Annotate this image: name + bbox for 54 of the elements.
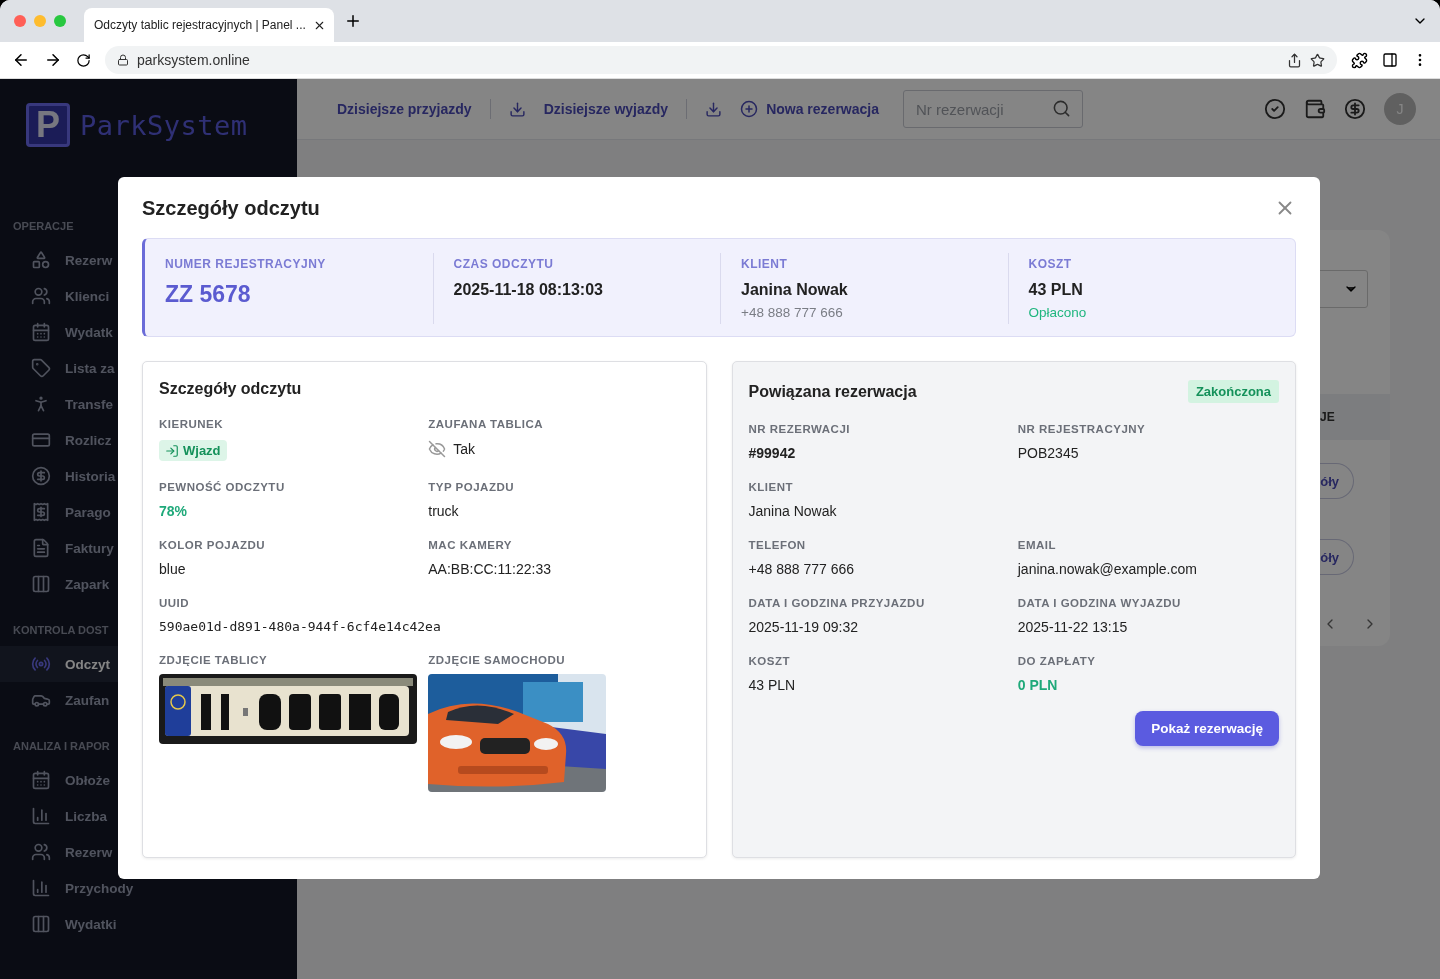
field-value: #99942	[748, 445, 796, 461]
logo-mark: P	[26, 103, 70, 147]
field-value: 2025-11-22 13:15	[1017, 619, 1128, 635]
field-value: +48 888 777 666	[748, 561, 854, 577]
field-label: EMAIL	[1017, 539, 1057, 551]
field-label: ZDJĘCIE TABLICY	[159, 654, 269, 666]
field-value: Tak	[453, 441, 476, 457]
field-value: 0 PLN	[1017, 677, 1058, 693]
field-label: KIERUNEK	[159, 418, 224, 430]
summary-label: KLIENT	[741, 257, 788, 271]
field-label: KOLOR POJAZDU	[159, 539, 266, 551]
field-value: janina.nowak@example.com	[1017, 561, 1197, 577]
field-label: TELEFON	[748, 539, 806, 551]
field-value: 78%	[159, 503, 188, 519]
summary-value: 43 PLN	[1028, 281, 1083, 299]
field-label: KOSZT	[748, 655, 790, 667]
summary-subtext: +48 888 777 666	[741, 305, 843, 320]
section-title: ANALIZA I RAPOR	[13, 740, 110, 752]
section-title: OPERACJE	[13, 220, 74, 232]
tab-title: Odczyty tablic rejestracyjnych | Panel ...	[94, 18, 307, 32]
field-label: PEWNOŚĆ ODCZYTU	[159, 481, 285, 493]
field-label: DATA I GODZINA WYJAZDU	[1017, 597, 1181, 609]
modal-title: Szczegóły odczytu	[142, 196, 320, 220]
summary-label: CZAS ODCZYTU	[453, 257, 554, 271]
card-title: Szczegóły odczytu	[159, 380, 302, 398]
logo-text: ParkSystem	[80, 109, 248, 141]
summary-value: Janina Nowak	[741, 281, 848, 299]
field-label: ZAUFANA TABLICA	[428, 418, 544, 430]
field-value: truck	[428, 503, 459, 519]
section-title: KONTROLA DOST	[13, 624, 109, 636]
field-label: KLIENT	[748, 481, 794, 493]
summary-value: ZZ 5678	[165, 281, 251, 308]
summary-value: 2025-11-18 08:13:03	[453, 281, 603, 299]
field-label: NR REZERWACJI	[748, 423, 850, 435]
uuid-value: 590ae01d-d891-480a-944f-6cf4e14c42ea	[159, 619, 441, 634]
field-label: NR REJESTRACYJNY	[1017, 423, 1146, 435]
field-value: Janina Nowak	[748, 503, 837, 519]
field-value: blue	[159, 561, 186, 577]
field-label: DATA I GODZINA PRZYJAZDU	[748, 597, 925, 609]
field-label: DO ZAPŁATY	[1017, 655, 1096, 667]
field-label: ZDJĘCIE SAMOCHODU	[428, 654, 567, 666]
field-label: UUID	[159, 597, 190, 609]
status-badge: Zakończona	[1187, 380, 1279, 403]
direction-badge: Wjazd	[159, 440, 227, 461]
summary-label: NUMER REJESTRACYJNY	[165, 257, 326, 271]
field-value: AA:BB:CC:11:22:33	[428, 561, 551, 577]
field-label: TYP POJAZDU	[428, 481, 515, 493]
summary-subtext: Opłacono	[1028, 305, 1087, 320]
field-label: MAC KAMERY	[428, 539, 513, 551]
card-title: Powiązana rezerwacja	[748, 382, 917, 401]
summary-label: KOSZT	[1028, 257, 1072, 271]
field-value: 43 PLN	[748, 677, 796, 693]
field-value: POB2345	[1017, 445, 1079, 461]
field-value: 2025-11-19 09:32	[748, 619, 858, 635]
